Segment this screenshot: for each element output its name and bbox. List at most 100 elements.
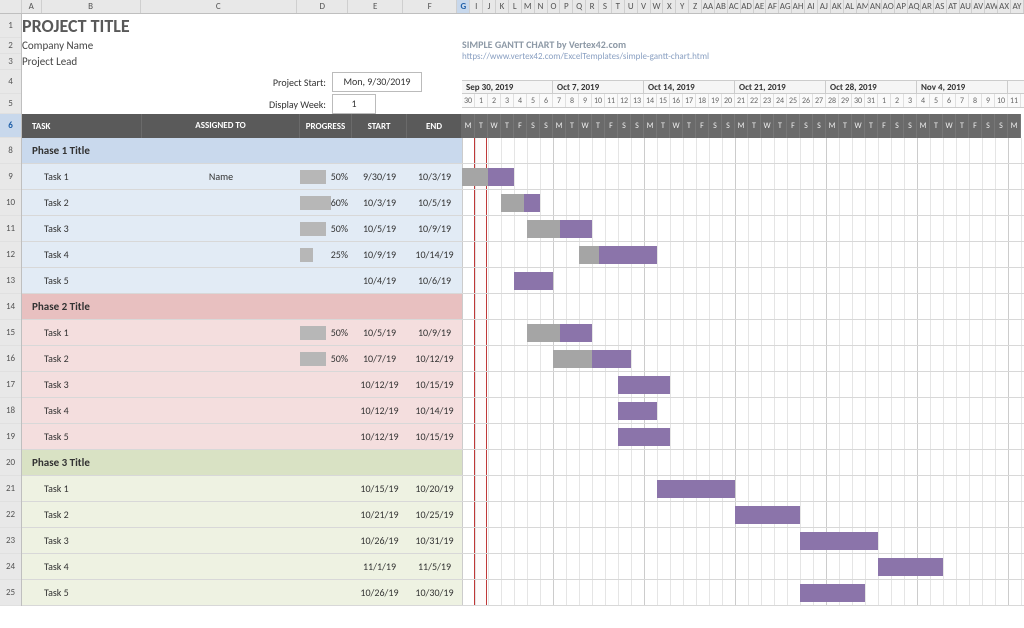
col-progress[interactable]: PROGRESS: [300, 114, 352, 138]
task-row[interactable]: Task 4 25%10/9/1910/14/19: [22, 242, 1024, 268]
task-row[interactable]: Task 260%10/3/1910/5/19: [22, 190, 1024, 216]
row-header-25[interactable]: 25: [0, 580, 21, 606]
col-header-AU[interactable]: AU: [960, 0, 973, 13]
gantt-bar[interactable]: [735, 506, 800, 524]
task-name[interactable]: Task 5: [22, 580, 142, 605]
gantt-bar[interactable]: [462, 168, 514, 186]
col-header-AS[interactable]: AS: [934, 0, 947, 13]
task-row[interactable]: Task 411/1/1911/5/19: [22, 554, 1024, 580]
task-end[interactable]: 10/14/19: [407, 242, 462, 267]
gantt-bar[interactable]: [618, 428, 670, 446]
col-header-Z[interactable]: Z: [689, 0, 702, 13]
task-start[interactable]: 10/5/19: [352, 320, 407, 345]
task-end[interactable]: 10/5/19: [407, 190, 462, 215]
col-header-AA[interactable]: AA: [702, 0, 715, 13]
col-header-AO[interactable]: AO: [882, 0, 895, 13]
col-header-X[interactable]: X: [663, 0, 676, 13]
task-name[interactable]: Task 3: [22, 216, 142, 241]
col-header-E[interactable]: E: [348, 0, 402, 13]
col-header-AW[interactable]: AW: [985, 0, 998, 13]
task-assigned[interactable]: [142, 190, 300, 215]
task-assigned[interactable]: [142, 580, 300, 605]
row-header-6[interactable]: 6: [0, 114, 21, 138]
gantt-bar[interactable]: [501, 194, 540, 212]
task-row[interactable]: Task 510/26/1910/30/19: [22, 580, 1024, 606]
task-end[interactable]: 10/14/19: [407, 398, 462, 423]
task-end[interactable]: 10/3/19: [407, 164, 462, 189]
row-header-4[interactable]: 4: [0, 70, 21, 94]
spreadsheet-column-headers[interactable]: ABCDEFGIJKLMNOPQRSTUVWXYZAAABACADAEAFAGA…: [0, 0, 1024, 14]
row-header-19[interactable]: 19: [0, 424, 21, 450]
task-progress[interactable]: 50%: [300, 320, 352, 345]
col-header-AH[interactable]: AH: [792, 0, 805, 13]
row-header-13[interactable]: 13: [0, 268, 21, 294]
gantt-bar[interactable]: [800, 584, 865, 602]
task-end[interactable]: 10/20/19: [407, 476, 462, 501]
col-assigned[interactable]: ASSIGNED TO: [142, 114, 300, 138]
task-assigned[interactable]: [142, 424, 300, 449]
task-end[interactable]: 10/6/19: [407, 268, 462, 293]
task-progress[interactable]: 50%: [300, 216, 352, 241]
task-row[interactable]: Task 310/26/1910/31/19: [22, 528, 1024, 554]
row-header-15[interactable]: 15: [0, 320, 21, 346]
task-end[interactable]: 10/15/19: [407, 424, 462, 449]
col-header-AY[interactable]: AY: [1011, 0, 1024, 13]
task-start[interactable]: 10/9/19: [352, 242, 407, 267]
col-header-AD[interactable]: AD: [741, 0, 754, 13]
task-end[interactable]: 10/12/19: [407, 346, 462, 371]
col-header-R[interactable]: R: [586, 0, 599, 13]
row-header-1[interactable]: 1: [0, 14, 21, 38]
task-name[interactable]: Task 1: [22, 476, 142, 501]
task-start[interactable]: 10/4/19: [352, 268, 407, 293]
col-header-J[interactable]: J: [483, 0, 496, 13]
col-header-AV[interactable]: AV: [972, 0, 985, 13]
col-header-AN[interactable]: AN: [869, 0, 882, 13]
task-name[interactable]: Task 4: [22, 554, 142, 579]
task-assigned[interactable]: [142, 528, 300, 553]
task-start[interactable]: 10/26/19: [352, 528, 407, 553]
task-assigned[interactable]: [142, 346, 300, 371]
row-header-11[interactable]: 11: [0, 216, 21, 242]
row-header-23[interactable]: 23: [0, 528, 21, 554]
col-header-AQ[interactable]: AQ: [908, 0, 921, 13]
gantt-bar[interactable]: [657, 480, 735, 498]
col-header-M[interactable]: M: [522, 0, 535, 13]
task-end[interactable]: 10/15/19: [407, 372, 462, 397]
task-start[interactable]: 10/12/19: [352, 398, 407, 423]
gantt-bar[interactable]: [878, 558, 943, 576]
gantt-body[interactable]: Phase 1 TitleTask 1Name50%9/30/1910/3/19…: [22, 138, 1024, 606]
task-name[interactable]: Task 2: [22, 346, 142, 371]
task-name[interactable]: Task 1: [22, 320, 142, 345]
row-header-21[interactable]: 21: [0, 476, 21, 502]
row-header-17[interactable]: 17: [0, 372, 21, 398]
task-start[interactable]: 10/15/19: [352, 476, 407, 501]
spreadsheet-row-headers[interactable]: 1234568910111213141516171819202122232425: [0, 14, 22, 606]
task-start[interactable]: 11/1/19: [352, 554, 407, 579]
col-header-AR[interactable]: AR: [921, 0, 934, 13]
row-header-10[interactable]: 10: [0, 190, 21, 216]
col-header-AF[interactable]: AF: [766, 0, 779, 13]
col-header-A[interactable]: A: [22, 0, 42, 13]
row-header-5[interactable]: 5: [0, 94, 21, 114]
task-name[interactable]: Task 5: [22, 268, 142, 293]
col-header-AX[interactable]: AX: [998, 0, 1011, 13]
col-header-AI[interactable]: AI: [805, 0, 818, 13]
col-header-D[interactable]: D: [297, 0, 348, 13]
row-header-20[interactable]: 20: [0, 450, 21, 476]
row-header-8[interactable]: 8: [0, 138, 21, 164]
task-end[interactable]: 10/31/19: [407, 528, 462, 553]
task-name[interactable]: Task 4: [22, 242, 142, 267]
col-header-B[interactable]: B: [42, 0, 141, 13]
task-row[interactable]: Task 210/21/1910/25/19: [22, 502, 1024, 528]
project-lead[interactable]: Project Lead: [22, 54, 462, 70]
task-name[interactable]: Task 4: [22, 398, 142, 423]
task-row[interactable]: Task 150%10/5/1910/9/19: [22, 320, 1024, 346]
task-progress[interactable]: [300, 398, 352, 423]
task-row[interactable]: Task 510/12/1910/15/19: [22, 424, 1024, 450]
project-title[interactable]: PROJECT TITLE: [22, 15, 130, 37]
task-progress[interactable]: 25%: [300, 242, 352, 267]
task-start[interactable]: 10/5/19: [352, 216, 407, 241]
task-start[interactable]: 10/12/19: [352, 372, 407, 397]
task-end[interactable]: 10/25/19: [407, 502, 462, 527]
task-start[interactable]: 10/7/19: [352, 346, 407, 371]
